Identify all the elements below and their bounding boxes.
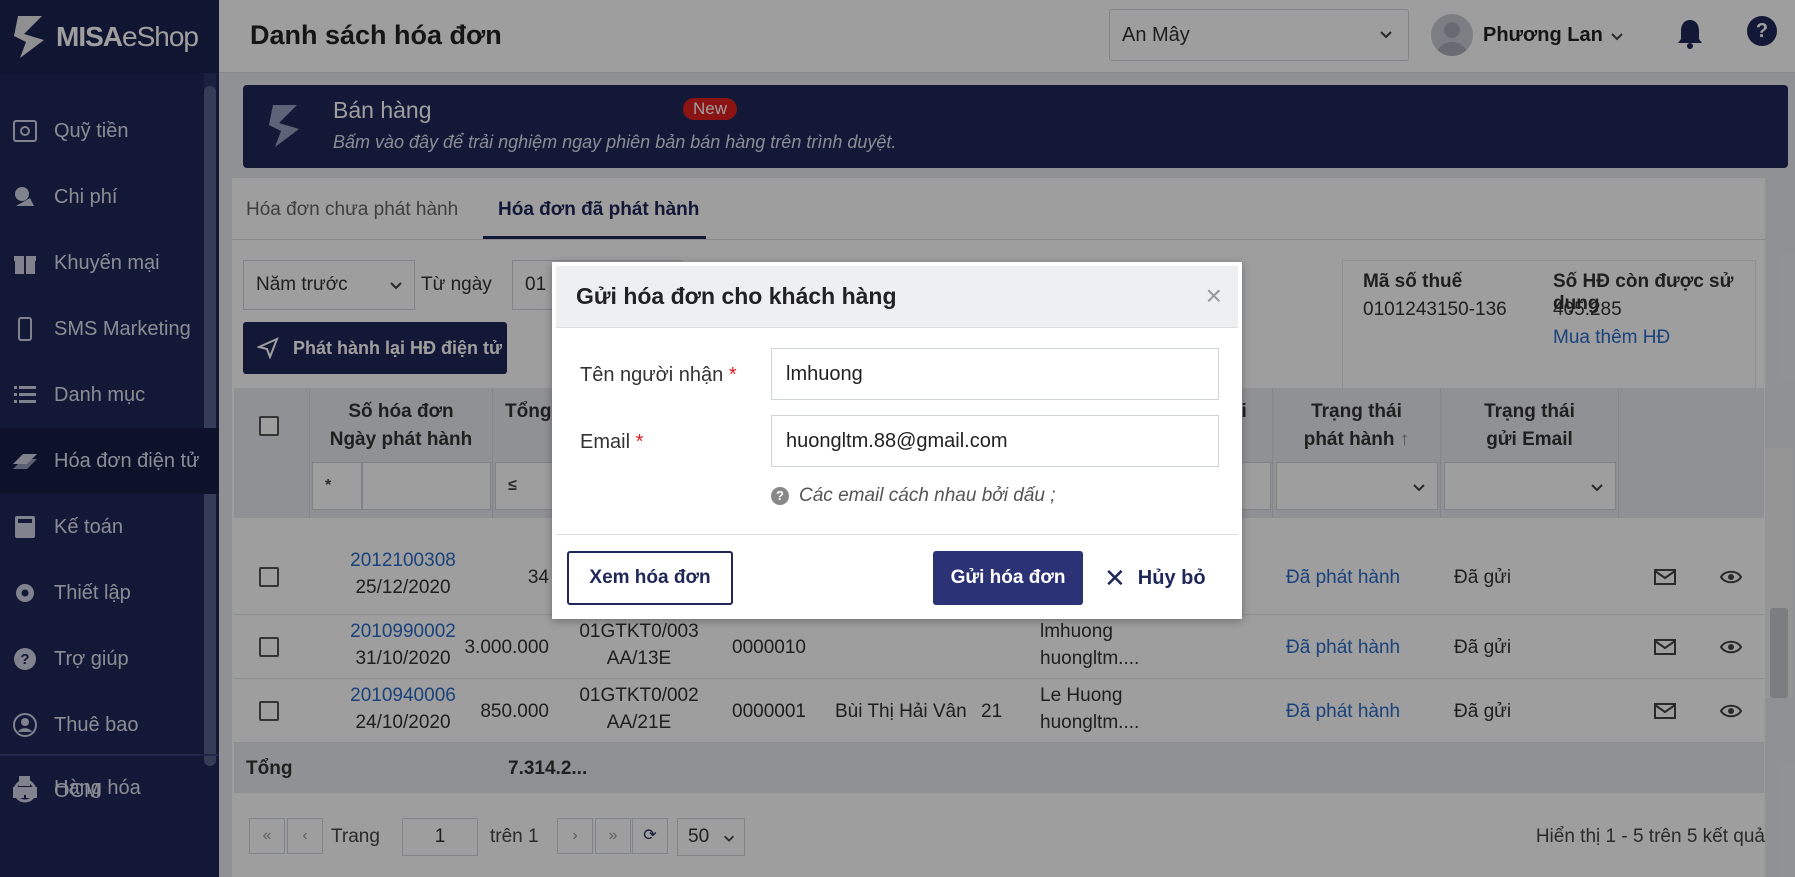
email-hint: ? Các email cách nhau bởi dấu ; [771, 485, 1056, 507]
view-invoice-button[interactable]: Xem hóa đơn [567, 551, 733, 605]
dialog-title: Gửi hóa đơn cho khách hàng [576, 283, 897, 309]
question-icon: ? [771, 487, 789, 505]
email-input[interactable]: huongltm.88@gmail.com [771, 415, 1219, 467]
email-hint-text: Các email cách nhau bởi dấu ; [799, 485, 1056, 506]
recipient-input[interactable]: lmhuong [771, 348, 1219, 400]
close-icon[interactable]: × [1206, 280, 1222, 312]
recipient-label: Tên người nhận * [580, 364, 737, 386]
cancel-button[interactable]: ✕ Hủy bỏ [1104, 551, 1224, 605]
required-mark: * [728, 364, 737, 386]
send-invoice-button[interactable]: Gửi hóa đơn [933, 551, 1083, 605]
cancel-button-label: Hủy bỏ [1137, 566, 1206, 589]
send-invoice-dialog: Gửi hóa đơn cho khách hàng × Tên người n… [552, 262, 1242, 619]
dialog-header: Gửi hóa đơn cho khách hàng × [556, 266, 1238, 328]
required-mark: * [635, 431, 644, 453]
close-icon: ✕ [1104, 562, 1126, 593]
email-label: Email * [580, 431, 644, 453]
dialog-divider [556, 534, 1238, 535]
